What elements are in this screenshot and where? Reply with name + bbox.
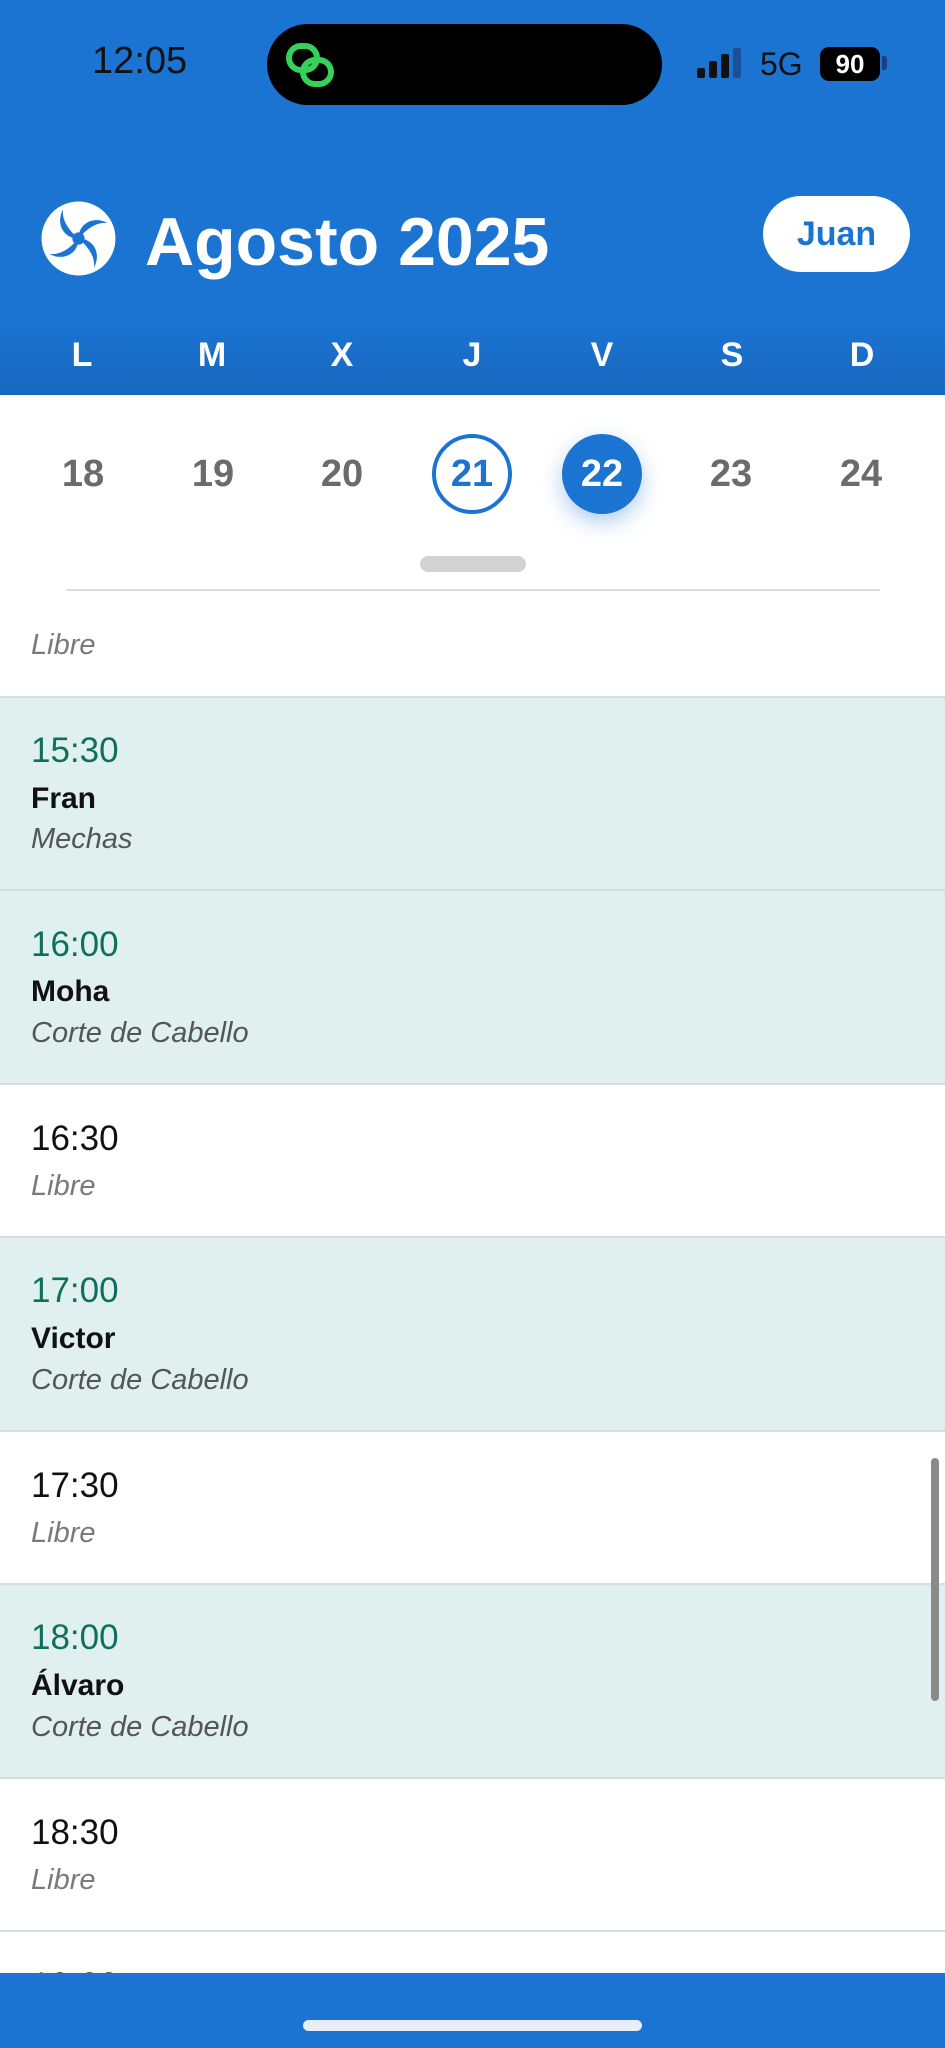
slot-item[interactable]: 16:00 Moha Corte de Cabello — [0, 891, 945, 1085]
weekday-label: M — [197, 336, 227, 374]
weekday-label: V — [590, 336, 614, 374]
day-20[interactable]: 20 — [302, 434, 382, 514]
slot-service: Corte de Cabello — [31, 1364, 249, 1396]
slot-service: Corte de Cabello — [31, 1017, 249, 1049]
slot-client: Fran — [31, 782, 97, 815]
day-24[interactable]: 24 — [821, 434, 901, 514]
slot-client: Moha — [31, 975, 110, 1008]
slot-client: Victor — [31, 1322, 116, 1355]
slot-time: 16:00 — [31, 925, 119, 964]
scrollbar[interactable] — [931, 1458, 939, 1701]
network-label: 5G — [760, 46, 803, 82]
day-18[interactable]: 18 — [43, 434, 123, 514]
home-indicator[interactable] — [303, 2020, 642, 2031]
battery-icon: 90 — [820, 47, 880, 81]
slot-item[interactable]: Libre — [0, 593, 945, 698]
slot-time: 18:30 — [31, 1813, 119, 1852]
app-logo-icon — [41, 201, 116, 276]
weekday-label: J — [462, 336, 482, 374]
drag-handle[interactable] — [420, 556, 526, 572]
day-22-selected[interactable]: 22 — [562, 434, 642, 514]
slot-service: Libre — [31, 1170, 96, 1202]
slot-service: Corte de Cabello — [31, 1711, 249, 1743]
slot-time: 17:00 — [31, 1271, 119, 1310]
slot-time: 18:00 — [31, 1618, 119, 1657]
slot-item[interactable]: 16:30 Libre — [0, 1085, 945, 1238]
weekday-label: X — [330, 336, 354, 374]
bottom-bar — [0, 1973, 945, 2048]
dynamic-island — [267, 24, 662, 105]
divider — [66, 589, 880, 591]
slot-item[interactable]: 18:30 Libre — [0, 1779, 945, 1932]
weekday-label: L — [71, 336, 93, 374]
slot-time: 15:30 — [31, 731, 119, 770]
slot-time: 17:30 — [31, 1466, 119, 1505]
signal-icon — [697, 48, 741, 78]
slot-client: Álvaro — [31, 1669, 125, 1702]
weekday-label: D — [849, 336, 875, 374]
app-header: 12:05 5G 90 Agosto 2025 Juan L M X J V S… — [0, 0, 945, 395]
slot-service: Mechas — [31, 823, 133, 855]
day-21-today[interactable]: 21 — [432, 434, 512, 514]
slot-item[interactable]: 17:30 Libre — [0, 1432, 945, 1585]
slot-item[interactable]: 15:30 Fran Mechas — [0, 698, 945, 891]
status-time: 12:05 — [92, 40, 188, 82]
slot-time: 16:30 — [31, 1119, 119, 1158]
slot-service: Libre — [31, 1864, 96, 1896]
slot-item[interactable]: 18:00 Álvaro Corte de Cabello — [0, 1585, 945, 1779]
weekday-label: S — [720, 336, 744, 374]
day-23[interactable]: 23 — [691, 434, 771, 514]
slot-service: Libre — [31, 1517, 96, 1549]
slot-item[interactable]: 17:00 Victor Corte de Cabello — [0, 1238, 945, 1432]
slot-service: Libre — [31, 629, 96, 661]
day-19[interactable]: 19 — [173, 434, 253, 514]
month-title: Agosto 2025 — [145, 204, 550, 280]
link-activity-icon — [286, 43, 334, 87]
user-button[interactable]: Juan — [763, 196, 910, 272]
battery-tip — [882, 56, 887, 70]
